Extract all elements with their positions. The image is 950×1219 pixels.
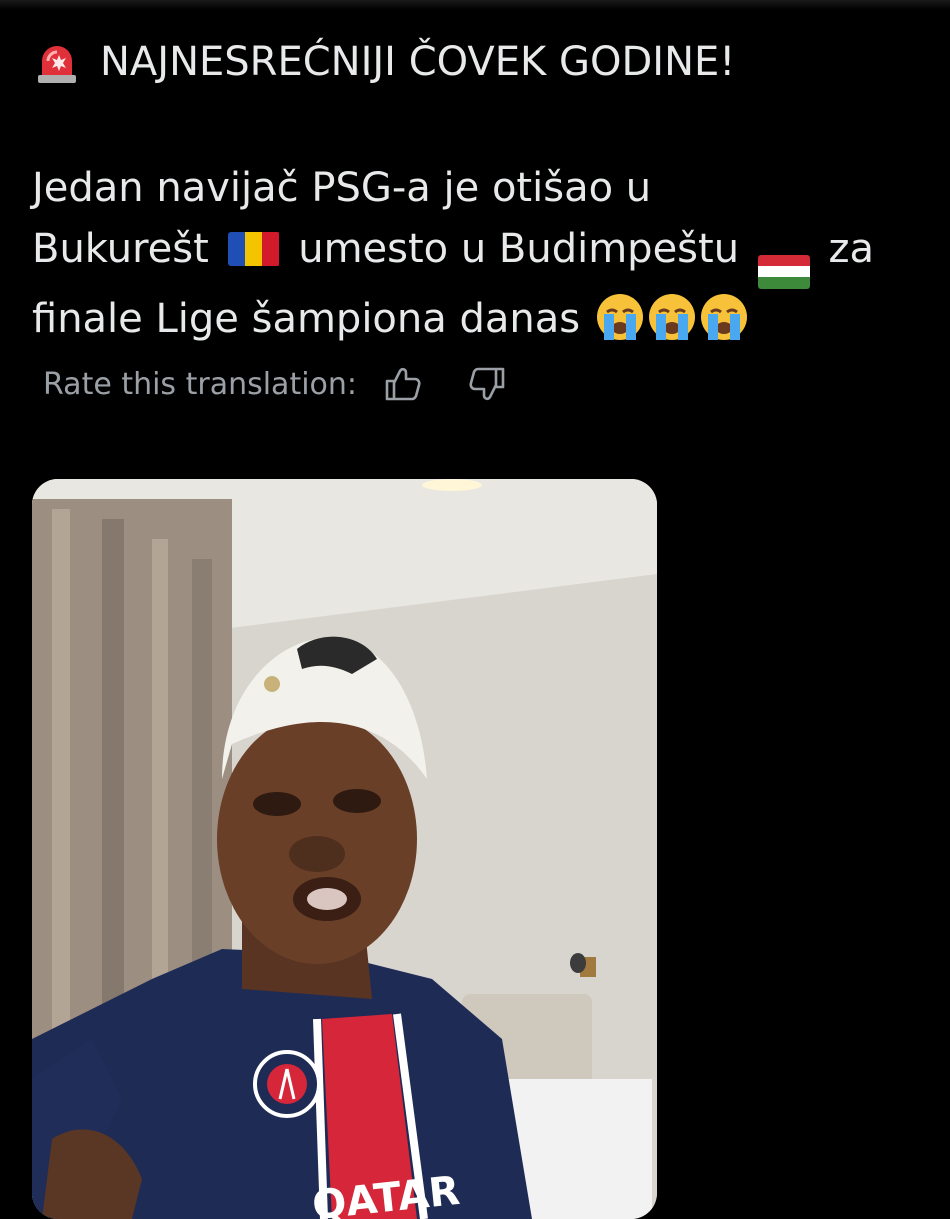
thumbs-up-icon[interactable] [383, 364, 423, 404]
body-line-3: finale Lige šampiona danas [32, 289, 922, 350]
body-line-2: Bukurešt umesto u Budimpeštu za [32, 219, 922, 289]
thumbs-down-icon[interactable] [467, 364, 507, 404]
headline-text: NAJNESREĆNIJI ČOVEK GODINE! [100, 39, 736, 85]
post-body: Jedan navijač PSG-a je otišao u Bukurešt… [32, 158, 922, 350]
crying-face-icon [648, 293, 695, 340]
body-budimpestu: umesto u Budimpeštu [298, 226, 740, 272]
rate-translation-row: Rate this translation: [43, 364, 507, 404]
top-edge [0, 0, 950, 10]
romania-flag-icon [227, 232, 280, 266]
body-finale: finale Lige šampiona danas [32, 295, 581, 342]
hungary-flag-icon [757, 254, 810, 289]
video-frame: QATAR [32, 479, 657, 1219]
body-bukurest: Bukurešt [32, 226, 209, 272]
crying-face-icon [596, 293, 643, 340]
ceiling-light [422, 479, 482, 491]
crying-face-icon [700, 293, 747, 340]
post-headline: NAJNESREĆNIJI ČOVEK GODINE! [32, 36, 735, 88]
rate-translation-label: Rate this translation: [43, 366, 358, 402]
video-thumbnail[interactable]: QATAR [32, 479, 657, 1219]
body-za: za [828, 226, 875, 272]
body-line-1: Jedan navijač PSG-a je otišao u [32, 165, 652, 211]
rotating-light-icon [38, 46, 76, 83]
